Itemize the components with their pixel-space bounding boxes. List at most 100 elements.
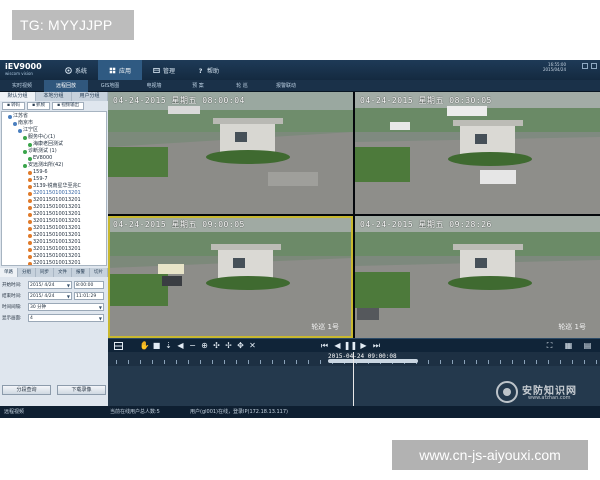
timeline-tick (560, 360, 561, 364)
start-time-field[interactable]: 8:00:00 (74, 280, 104, 289)
start-time-row: 开始时间: 2015/ 4/24 8:00:00 (2, 279, 106, 290)
timeline-tick (476, 360, 477, 364)
download-video-button[interactable]: 下载录像 (57, 385, 106, 395)
menu-apps[interactable]: 应用 (98, 60, 142, 80)
tab-file[interactable]: 文件 (54, 268, 72, 277)
timeline-tick (584, 360, 585, 364)
download-icon[interactable]: ⇣ (164, 341, 173, 350)
tree-node-icon (18, 128, 22, 133)
rewind-icon[interactable]: ◀ (333, 341, 342, 350)
tree-item[interactable]: 南京市 (3, 120, 106, 127)
tree-node-icon (28, 233, 32, 238)
clock-date: 2015/04/24 (542, 67, 566, 72)
tab-tv-wall[interactable]: 电视墙 (132, 80, 176, 92)
tab-patrol[interactable]: 轮 巡 (220, 80, 264, 92)
tab-grouped[interactable]: 分组 (18, 268, 36, 277)
device-tree[interactable]: 江苏省 南京市 江宁区 服务中心(1) 海康老回测试 诊断测试 (1) EV8000 安远测出… (1, 111, 107, 266)
tree-node-icon (28, 177, 32, 182)
zoom-icon[interactable]: ⊕ (200, 341, 209, 350)
screenshot: TG: MYYJJPP iEV9000 wiscom vision 系统 应用 (0, 0, 600, 480)
tree-item[interactable]: 诊断测试 (1) (3, 148, 106, 155)
split-icon[interactable]: ▦ (564, 341, 573, 350)
logo-title: iEV9000 (5, 62, 42, 71)
tree-item[interactable]: EV8000 (3, 155, 106, 162)
tree-node-icon (23, 163, 27, 168)
menu-manage[interactable]: 管理 (142, 60, 186, 80)
tree-item-label: 南京市 (18, 120, 34, 126)
tree-item[interactable]: 320115010013201 (3, 239, 106, 246)
minimize-icon[interactable] (582, 63, 588, 69)
tree-item[interactable]: 320115010013201 (3, 211, 106, 218)
logo-subtitle: wiscom vision (5, 71, 33, 76)
tab-sync[interactable]: 同步 (36, 268, 54, 277)
end-date-field[interactable]: 2015/ 4/24 (28, 291, 72, 300)
transcode-button[interactable]: ▪ 转码 (2, 102, 26, 110)
tree-item[interactable]: 安远测出所(42) (3, 162, 106, 169)
tab-gis-map[interactable]: GIS地图 (88, 80, 132, 92)
start-date-field[interactable]: 2015/ 4/24 (28, 280, 72, 289)
video-frame-3 (108, 216, 353, 338)
tool-icon[interactable]: ✢ (224, 341, 233, 350)
snapshot-label: 抓帧 (36, 103, 46, 108)
menu-help[interactable]: ? 帮助 (186, 60, 230, 80)
menu-system[interactable]: 系统 (54, 60, 98, 80)
tree-item[interactable]: 3139-锐南星华至兆C (3, 183, 106, 190)
display-select[interactable]: 4 (28, 313, 104, 322)
close-icon[interactable] (591, 63, 597, 69)
tree-item[interactable]: 320115010013201 (3, 204, 106, 211)
video-cell-1[interactable]: 04-24-2015 星期五 08:00:04 (108, 92, 353, 214)
tree-item[interactable]: 320115010013201 (3, 246, 106, 253)
tab-alarm[interactable]: 报警 (72, 268, 90, 277)
timeline-tick (272, 360, 273, 364)
grid-icon[interactable]: ▤ (583, 341, 592, 350)
tab-remote-playback[interactable]: 远程回放 (44, 80, 88, 92)
skip-start-icon[interactable]: ⏮ (320, 341, 329, 350)
magic-icon[interactable]: ✣ (212, 341, 221, 350)
timeline-tick (224, 360, 225, 364)
layout-icon[interactable] (114, 341, 123, 350)
segment-query-button[interactable]: 分段查询 (2, 385, 51, 395)
interval-select[interactable]: 30 分钟 (28, 302, 104, 311)
pause-icon[interactable]: ❚❚ (344, 341, 357, 350)
timeline-cursor[interactable] (353, 352, 354, 406)
tree-item[interactable]: 服务中心(1) (3, 134, 106, 141)
tree-item[interactable]: 320115010013201 (3, 225, 106, 232)
tree-item[interactable]: 159-7 (3, 176, 106, 183)
video-cell-4[interactable]: 04-24-2015 星期五 09:28:26 轮巡 1号 (355, 216, 600, 338)
tree-item[interactable]: 159-6 (3, 169, 106, 176)
status-user: 用户(gl001)在线，登录IP(172.18.13.117) (190, 409, 288, 415)
tree-node-icon (8, 114, 12, 119)
tree-item[interactable]: 江宁区 (3, 127, 106, 134)
tree-item[interactable]: 320115010013201 (3, 253, 106, 260)
hand-icon[interactable]: ✋ (140, 341, 150, 350)
end-time-field[interactable]: 11:01:29 (74, 291, 104, 300)
tree-item[interactable]: 320115010013201 (3, 260, 106, 265)
tree-item[interactable]: 海康老回测试 (3, 141, 106, 148)
video-cell-2[interactable]: 04-24-2015 星期五 08:30:05 (355, 92, 600, 214)
snapshot-button[interactable]: ▪ 抓帧 (27, 102, 51, 110)
tab-slice[interactable]: 切片 (90, 268, 108, 277)
tab-plan[interactable]: 预 案 (176, 80, 220, 92)
camera-icon[interactable]: ■ (152, 341, 161, 350)
tree-item[interactable]: 江苏省 (3, 113, 106, 120)
volume-icon[interactable]: ◀ (176, 341, 185, 350)
tab-local-group[interactable]: 本地分组 (36, 92, 72, 101)
tab-alarm-linkage[interactable]: 报警联动 (264, 80, 308, 92)
skip-end-icon[interactable]: ⏭ (372, 341, 381, 350)
tree-item[interactable]: 320115010013201 (3, 197, 106, 204)
fullscreen-icon[interactable]: ⛶ (545, 341, 554, 350)
video-output-button[interactable]: ▪ 视频输出 (52, 102, 85, 110)
tab-live-video[interactable]: 实时视频 (0, 80, 44, 92)
tree-item[interactable]: 320115010013201 (3, 232, 106, 239)
tab-user-group[interactable]: 用户分组 (72, 92, 108, 101)
tree-item[interactable]: 320115010013201 (3, 190, 106, 197)
close-icon[interactable]: ✕ (248, 341, 257, 350)
pin-icon[interactable]: ✥ (236, 341, 245, 350)
tab-default-group[interactable]: 默认分组 (0, 92, 36, 101)
minus-icon[interactable]: − (188, 341, 197, 350)
video-cell-3[interactable]: 04-24-2015 星期五 09:00:05 轮巡 1号 (108, 216, 353, 338)
tab-single[interactable]: 单路 (0, 268, 18, 277)
tree-node-icon (28, 212, 32, 217)
forward-icon[interactable]: ▶ (359, 341, 368, 350)
tree-item[interactable]: 320115010013201 (3, 218, 106, 225)
